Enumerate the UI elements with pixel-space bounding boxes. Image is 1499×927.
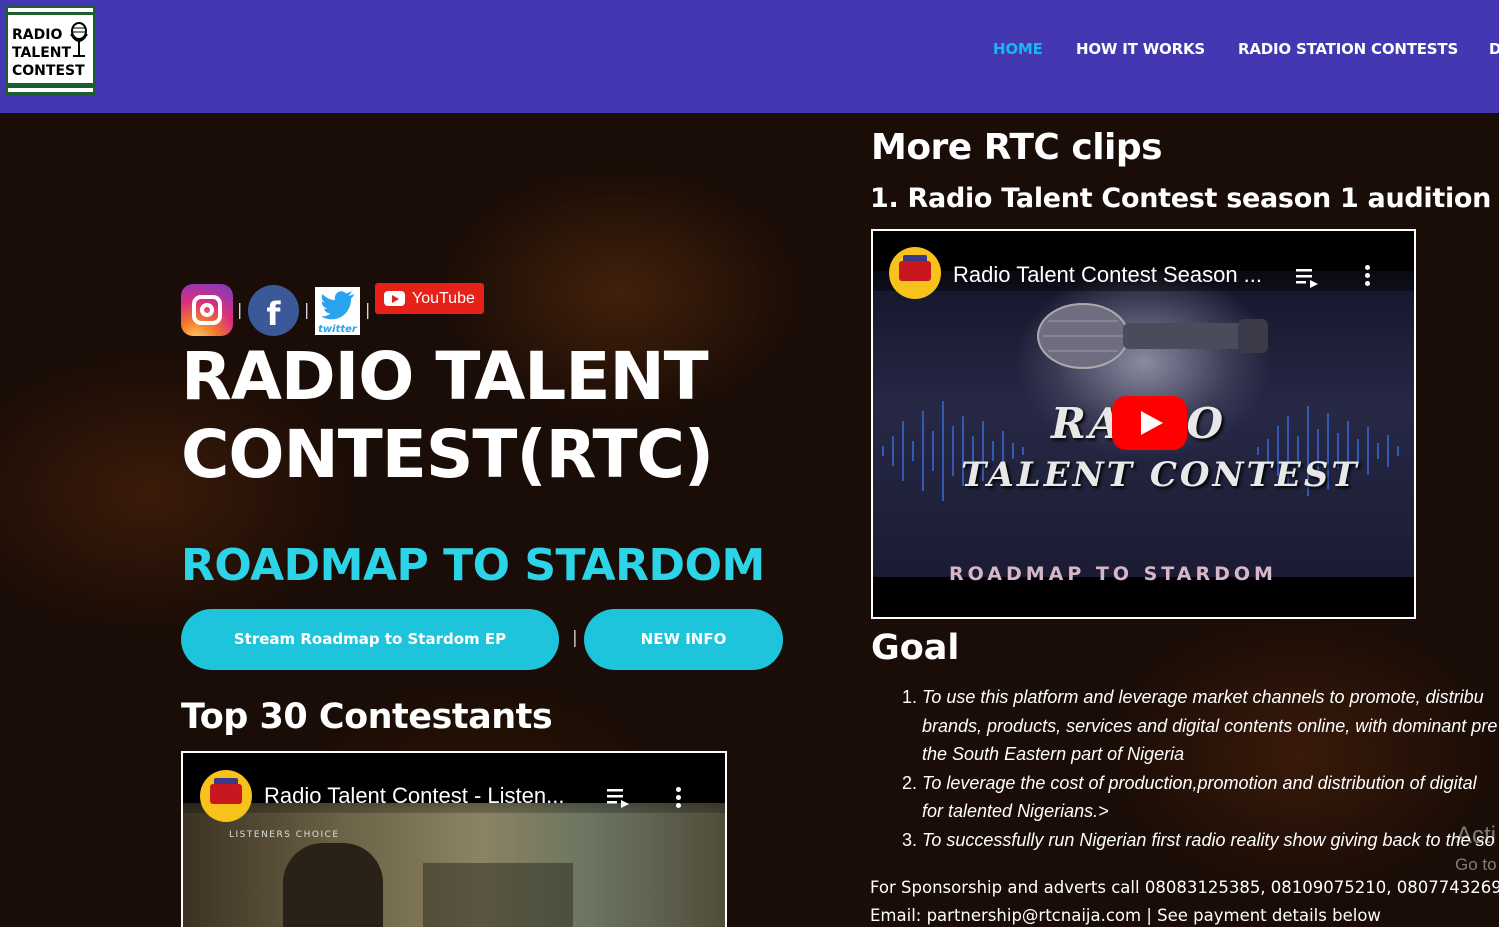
goal-list: 1. To use this platform and leverage mar… — [900, 683, 1499, 854]
windows-activation-subtitle: Go to — [1455, 855, 1497, 874]
thumbnail-line-2: TALENT CONTEST — [961, 455, 1360, 495]
goal-item-number: 3. — [902, 829, 918, 850]
nav-how-it-works[interactable]: HOW IT WORKS — [1076, 40, 1205, 58]
playlist-icon[interactable] — [607, 787, 631, 809]
social-separator: | — [237, 300, 243, 319]
social-separator: | — [304, 300, 310, 319]
nav-home[interactable]: HOME — [993, 40, 1043, 58]
hero-title: RADIO TALENT CONTEST(RTC) — [181, 338, 821, 494]
logo-line-3: CONTEST — [12, 63, 85, 79]
nav-item-truncated[interactable]: D — [1489, 40, 1499, 58]
youtube-play-icon — [384, 291, 405, 306]
twitter-label: twitter — [318, 324, 357, 335]
hero-title-line-2: CONTEST(RTC) — [181, 416, 714, 493]
email-contact[interactable]: Email: partnership@rtcnaija.com | See pa… — [870, 906, 1381, 925]
top30-video-embed[interactable]: LISTENERS CHOICE Radio Talent Contest - … — [181, 751, 727, 927]
microphone-graphic — [1037, 303, 1268, 369]
goal-item-line: To use this platform and leverage market… — [922, 687, 1484, 707]
microphone-icon — [70, 22, 88, 57]
video-overlay-text: LISTENERS CHOICE — [229, 830, 340, 840]
hero-subtitle: ROADMAP TO STARDOM — [181, 540, 765, 591]
goal-item-line: To leverage the cost of production,promo… — [922, 772, 1477, 793]
goal-item-line: for talented Nigerians.> — [922, 801, 1109, 821]
goal-item-number: 1. — [902, 687, 918, 707]
hero-title-line-1: RADIO TALENT — [181, 338, 709, 415]
stream-ep-button[interactable]: Stream Roadmap to Stardom EP — [181, 609, 559, 670]
nav-radio-station-contests[interactable]: RADIO STATION CONTESTS — [1238, 40, 1458, 58]
video-title[interactable]: Radio Talent Contest - Listen... — [264, 783, 564, 809]
site-header: RADIO TALENT CONTEST HOME HOW IT WORKS R… — [0, 0, 1499, 113]
channel-avatar[interactable] — [200, 770, 252, 822]
clip1-heading: 1. Radio Talent Contest season 1 auditio… — [870, 183, 1492, 214]
instagram-icon[interactable] — [181, 284, 233, 336]
clip1-video-embed[interactable]: RADIO TALENT CONTEST ROADMAP TO STARDOM … — [871, 229, 1416, 619]
goal-item-line: brands, products, services and digital c… — [922, 715, 1498, 736]
goal-item-number: 2. — [902, 772, 918, 793]
video-person-silhouette — [283, 843, 383, 927]
playlist-icon[interactable] — [1296, 267, 1320, 289]
video-studio-panel — [423, 863, 573, 927]
more-clips-heading: More RTC clips — [871, 127, 1163, 168]
thumbnail-line-3: ROADMAP TO STARDOM — [949, 563, 1277, 585]
new-info-button[interactable]: NEW INFO — [584, 609, 783, 670]
more-options-icon[interactable] — [1365, 265, 1371, 287]
facebook-icon[interactable]: f — [248, 285, 299, 336]
goal-item: 1. To use this platform and leverage mar… — [900, 683, 1499, 769]
button-separator: | — [572, 628, 578, 648]
sponsorship-contact: For Sponsorship and adverts call 0808312… — [870, 878, 1499, 897]
social-separator: | — [365, 300, 371, 319]
video-title[interactable]: Radio Talent Contest Season ... — [953, 262, 1262, 288]
logo-top-bar — [8, 12, 93, 15]
channel-avatar[interactable] — [889, 247, 941, 299]
youtube-button[interactable]: YouTube — [375, 283, 484, 314]
goal-item-line: the South Eastern part of Nigeria — [922, 744, 1185, 764]
video-thumbnail: LISTENERS CHOICE — [183, 803, 725, 927]
windows-activation-title: Acti — [1456, 822, 1497, 849]
twitter-icon[interactable]: twitter — [315, 287, 360, 335]
site-logo[interactable]: RADIO TALENT CONTEST — [5, 5, 96, 95]
top30-heading: Top 30 Contestants — [181, 697, 553, 737]
goal-item: 2. To leverage the cost of production,pr… — [900, 769, 1499, 826]
goal-item-line: To successfully run Nigerian first radio… — [922, 829, 1495, 850]
goal-item: 3. To successfully run Nigerian first ra… — [900, 826, 1499, 855]
goal-heading: Goal — [871, 628, 960, 668]
logo-bottom-bar — [8, 83, 93, 88]
youtube-play-button-icon[interactable] — [1112, 396, 1187, 450]
youtube-label: YouTube — [412, 290, 475, 307]
more-options-icon[interactable] — [676, 787, 682, 809]
